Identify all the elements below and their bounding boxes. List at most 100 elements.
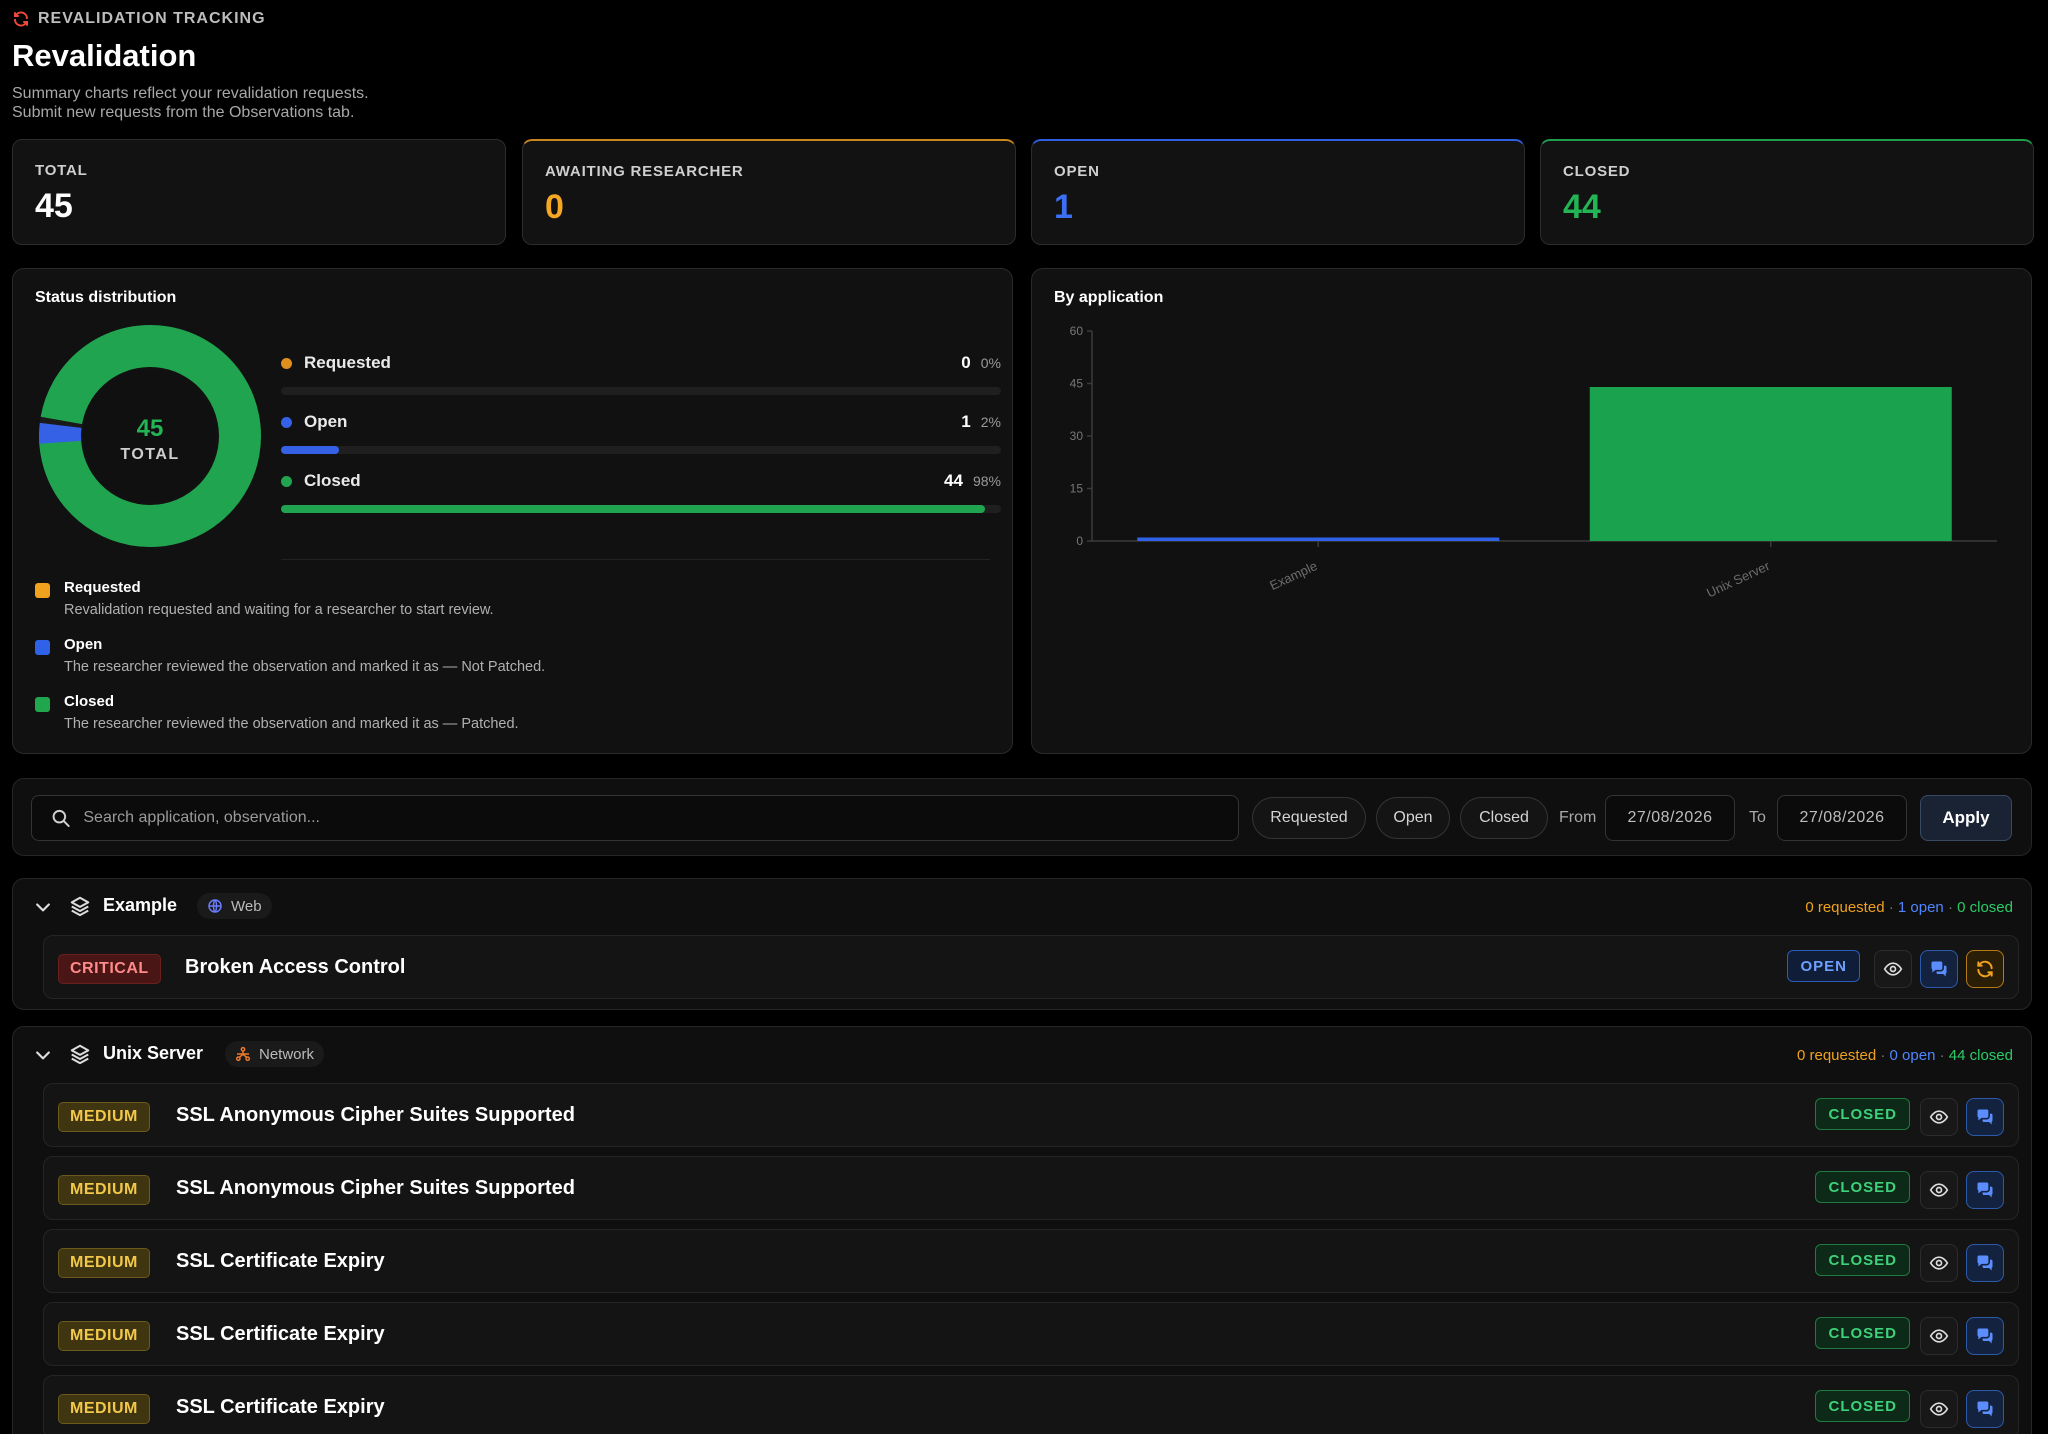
- observation-row[interactable]: MEDIUM SSL Certificate Expiry CLOSED: [43, 1375, 2019, 1434]
- view-button[interactable]: [1920, 1244, 1958, 1282]
- page-header: REVALIDATION TRACKING Revalidation Summa…: [12, 10, 369, 122]
- description-title: Requested: [64, 579, 141, 596]
- observation-title: SSL Certificate Expiry: [176, 1396, 385, 1418]
- eye-icon: [1929, 1110, 1949, 1124]
- legend-label: Closed: [304, 471, 361, 490]
- comments-button[interactable]: [1920, 950, 1958, 988]
- filter-chip-requested[interactable]: Requested: [1252, 797, 1366, 839]
- stat-label: OPEN: [1054, 163, 1100, 180]
- comments-button[interactable]: [1966, 1244, 2004, 1282]
- group-header[interactable]: Unix Server Network 0 requested · 0 open…: [13, 1027, 2031, 1083]
- observation-row[interactable]: MEDIUM SSL Certificate Expiry CLOSED: [43, 1302, 2019, 1366]
- legend-row-open: Open 1 2%: [281, 412, 1001, 462]
- description-title: Open: [64, 636, 103, 653]
- group-stat-requested: 0 requested: [1796, 1047, 1877, 1064]
- description-text: Revalidation requested and waiting for a…: [64, 602, 494, 618]
- search-box[interactable]: [31, 795, 1239, 841]
- stat-label: AWAITING RESEARCHER: [545, 163, 744, 180]
- divider: [281, 559, 990, 560]
- chat-icon: [1977, 1182, 1993, 1198]
- donut-total-value: 45: [137, 415, 164, 442]
- view-button[interactable]: [1920, 1390, 1958, 1428]
- filter-chip-closed[interactable]: Closed: [1460, 797, 1548, 839]
- severity-badge: MEDIUM: [58, 1175, 150, 1205]
- bar-example: [1137, 537, 1500, 541]
- from-date-input[interactable]: 27/08/2026: [1605, 795, 1735, 841]
- status-badge: CLOSED: [1815, 1098, 1910, 1130]
- stat-value: 1: [1054, 188, 1073, 226]
- view-button[interactable]: [1920, 1098, 1958, 1136]
- group-stat-closed: 44 closed: [1948, 1047, 2013, 1064]
- observation-row[interactable]: MEDIUM SSL Anonymous Cipher Suites Suppo…: [43, 1083, 2019, 1147]
- group-type-label: Network: [259, 1045, 315, 1063]
- apply-button[interactable]: Apply: [1920, 795, 2012, 841]
- view-button[interactable]: [1874, 950, 1912, 988]
- bar-chart: 0 15 30 45 60 Example Unix Server: [1070, 324, 1997, 601]
- app-group-example: Example Web 0 requested · 1 open · 0 clo…: [12, 878, 2032, 1010]
- stat-value: 45: [35, 187, 73, 225]
- to-date-input[interactable]: 27/08/2026: [1777, 795, 1907, 841]
- app-group-unix-server: Unix Server Network 0 requested · 0 open…: [12, 1026, 2032, 1434]
- legend-pct: 0%: [980, 355, 1001, 371]
- view-button[interactable]: [1920, 1317, 1958, 1355]
- to-label: To: [1749, 809, 1766, 826]
- legend-dot: [281, 475, 292, 487]
- chevron-down-icon[interactable]: [33, 897, 53, 917]
- chat-icon: [1977, 1328, 1993, 1344]
- observation-title: Broken Access Control: [185, 956, 406, 978]
- severity-badge: CRITICAL: [58, 954, 161, 984]
- view-button[interactable]: [1920, 1171, 1958, 1209]
- x-tick-label: Example: [1267, 558, 1319, 593]
- stat-card-total: TOTAL 45: [12, 139, 506, 245]
- legend-label: Open: [304, 412, 348, 431]
- observation-row[interactable]: MEDIUM SSL Certificate Expiry CLOSED: [43, 1229, 2019, 1293]
- status-badge: CLOSED: [1815, 1317, 1910, 1349]
- filter-chip-open[interactable]: Open: [1376, 797, 1450, 839]
- comments-button[interactable]: [1966, 1098, 2004, 1136]
- legend-row-closed: Closed 44 98%: [281, 471, 1001, 521]
- stat-card-open: OPEN 1: [1031, 139, 1525, 245]
- refresh-icon: [14, 11, 28, 27]
- stat-separator: ·: [1876, 1047, 1890, 1064]
- stat-label: CLOSED: [1563, 163, 1631, 180]
- legend-name: Requested: [281, 353, 391, 373]
- x-tick-label: Unix Server: [1704, 558, 1772, 601]
- search-input[interactable]: [83, 809, 1238, 827]
- chat-icon: [1931, 961, 1947, 977]
- progress-track: [281, 387, 1001, 395]
- y-tick-label: 0: [1076, 534, 1083, 548]
- chat-icon: [1977, 1255, 1993, 1271]
- revalidate-button[interactable]: [1966, 950, 2004, 988]
- layers-icon: [70, 1044, 90, 1065]
- severity-badge: MEDIUM: [58, 1248, 150, 1278]
- observation-row[interactable]: CRITICAL Broken Access Control OPEN: [43, 935, 2019, 999]
- y-tick-label: 15: [1070, 482, 1084, 496]
- panel-title: Status distribution: [35, 289, 177, 306]
- severity-badge: MEDIUM: [58, 1321, 150, 1351]
- donut-total-label: TOTAL: [120, 446, 179, 463]
- legend-name: Closed: [281, 471, 361, 491]
- comments-button[interactable]: [1966, 1317, 2004, 1355]
- observation-row[interactable]: MEDIUM SSL Anonymous Cipher Suites Suppo…: [43, 1156, 2019, 1220]
- comments-button[interactable]: [1966, 1390, 2004, 1428]
- page-subtitle: Summary charts reflect your revalidation…: [12, 84, 369, 122]
- group-stat-open: 0 open: [1889, 1047, 1936, 1064]
- observation-title: SSL Certificate Expiry: [176, 1250, 385, 1272]
- eye-icon: [1883, 962, 1903, 976]
- legend-name: Open: [281, 412, 347, 432]
- group-header[interactable]: Example Web 0 requested · 1 open · 0 clo…: [13, 879, 2031, 935]
- group-type-tag: Network: [225, 1041, 325, 1067]
- filter-bar: Requested Open Closed From 27/08/2026 To…: [12, 778, 2032, 856]
- status-badge: CLOSED: [1815, 1244, 1910, 1276]
- eye-icon: [1929, 1183, 1949, 1197]
- status-badge: CLOSED: [1815, 1171, 1910, 1203]
- stat-separator: ·: [1935, 1047, 1949, 1064]
- group-stats: 0 requested · 1 open · 0 closed: [1805, 899, 2013, 916]
- chevron-down-icon[interactable]: [33, 1045, 53, 1065]
- subtitle-line-1: Summary charts reflect your revalidation…: [12, 85, 369, 102]
- comments-button[interactable]: [1966, 1171, 2004, 1209]
- description-text: The researcher reviewed the observation …: [64, 716, 519, 732]
- layers-icon: [70, 896, 90, 917]
- group-type-tag: Web: [197, 893, 272, 919]
- from-label: From: [1559, 809, 1597, 826]
